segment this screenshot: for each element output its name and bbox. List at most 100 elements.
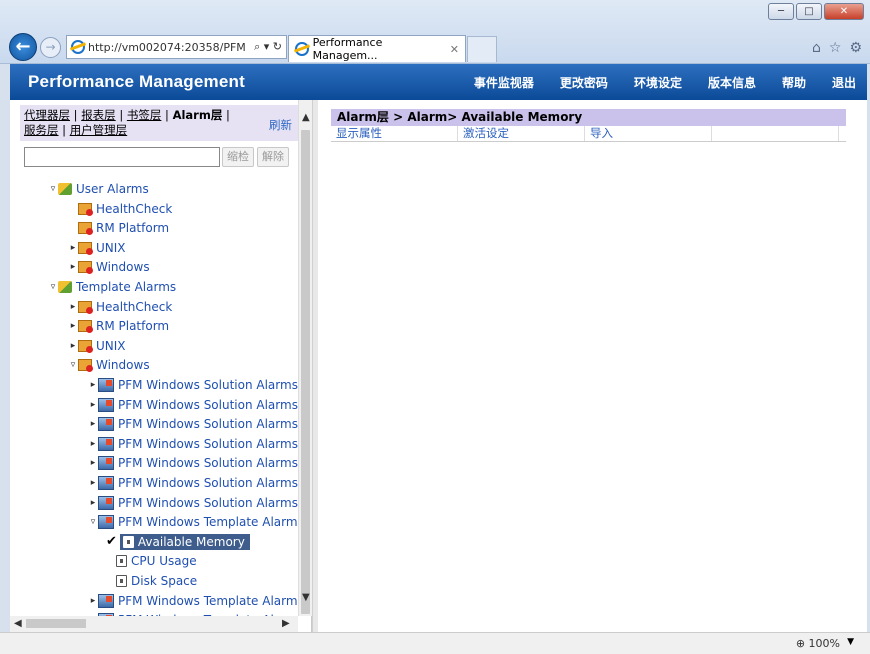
zoom-dropdown-icon[interactable]: ▼: [847, 637, 854, 647]
tree-item-content[interactable]: PFM Windows Solution Alarms 8: [98, 476, 298, 490]
back-button[interactable]: ←: [9, 33, 37, 61]
menu-environment-settings[interactable]: 环境设定: [623, 74, 693, 91]
collapsed-arrow-icon[interactable]: ▸: [88, 478, 98, 488]
tree-node[interactable]: ▸ PFM Windows Solution Alarms 8: [88, 494, 298, 512]
tree-item-content[interactable]: PFM Windows Template Alarms: [98, 515, 298, 530]
collapsed-arrow-icon[interactable]: ▸: [88, 458, 98, 468]
tree-node[interactable]: HealthCheck: [68, 200, 172, 218]
tree-item-content[interactable]: CPU Usage: [116, 554, 197, 568]
tab-reports-layer[interactable]: 报表层: [81, 108, 116, 122]
tab-show-properties[interactable]: 显示属性: [331, 126, 458, 141]
tree-node[interactable]: ▸ PFM Windows Solution Alarms 7: [88, 396, 298, 414]
tree-item-content[interactable]: PFM Windows Solution Alarms 8: [98, 495, 298, 510]
tree-item-content[interactable]: PFM Windows Solution Alarms 8: [98, 456, 298, 471]
collapsed-arrow-icon[interactable]: ▸: [68, 302, 78, 312]
tree-node[interactable]: ▸ RM Platform: [68, 317, 169, 335]
tab-user-management-layer[interactable]: 用户管理层: [70, 123, 128, 137]
collapsed-arrow-icon[interactable]: ▸: [88, 400, 98, 410]
address-bar[interactable]: http://vm002074:20358/PFM ⌕ ▾ ↻: [66, 35, 287, 59]
tree-node[interactable]: ▿ Windows: [68, 356, 150, 374]
collapsed-arrow-icon[interactable]: ▸: [88, 596, 98, 606]
collapsed-arrow-icon[interactable]: ▸: [88, 380, 98, 390]
scroll-up-icon[interactable]: ▲: [302, 112, 310, 123]
tree-item-content[interactable]: PFM Windows Solution Alarms 7: [98, 417, 298, 432]
tree-item-content[interactable]: UNIX: [78, 241, 126, 255]
scroll-thumb-horizontal[interactable]: [26, 619, 86, 628]
clear-filter-button[interactable]: 解除: [257, 147, 289, 167]
expanded-arrow-icon[interactable]: ▿: [68, 360, 78, 370]
zoom-level[interactable]: ⊕ 100%: [796, 637, 840, 650]
expanded-arrow-icon[interactable]: ▿: [88, 517, 98, 527]
settings-gear-icon[interactable]: ⚙: [849, 40, 862, 56]
tree-node[interactable]: CPU Usage: [106, 552, 197, 570]
tab-import[interactable]: 导入: [585, 126, 712, 141]
collapsed-arrow-icon[interactable]: ▸: [68, 243, 78, 253]
menu-version-info[interactable]: 版本信息: [697, 74, 767, 91]
expanded-arrow-icon[interactable]: ▿: [48, 282, 58, 292]
tree-node[interactable]: Disk Space: [106, 572, 197, 590]
close-button[interactable]: ✕: [824, 3, 864, 20]
forward-button[interactable]: →: [40, 37, 61, 58]
tree-item-content[interactable]: User Alarms: [58, 182, 149, 196]
collapsed-arrow-icon[interactable]: ▸: [88, 419, 98, 429]
tab-alarm-layer[interactable]: Alarm层: [173, 108, 223, 122]
tree-item-content[interactable]: HealthCheck: [78, 202, 172, 216]
home-icon[interactable]: ⌂: [812, 40, 821, 56]
tab-activate-settings[interactable]: 激活设定: [458, 126, 585, 141]
search-refresh-icon[interactable]: ⌕ ▾ ↻: [254, 40, 282, 54]
favorites-star-icon[interactable]: ☆: [829, 40, 842, 56]
tree-node[interactable]: RM Platform: [68, 219, 169, 237]
tree-horizontal-scrollbar[interactable]: ◀ ▶: [10, 616, 298, 632]
tree-node[interactable]: ▿ User Alarms: [48, 180, 149, 198]
scroll-left-icon[interactable]: ◀: [14, 618, 22, 629]
scroll-thumb-vertical[interactable]: [301, 130, 310, 614]
tab-bookmarks-layer[interactable]: 书签层: [127, 108, 162, 122]
collapsed-arrow-icon[interactable]: ▸: [68, 341, 78, 351]
scroll-down-icon[interactable]: ▼: [302, 592, 310, 603]
tree-search-input[interactable]: [24, 147, 220, 167]
collapsed-arrow-icon[interactable]: ▸: [68, 321, 78, 331]
minimize-button[interactable]: ─: [768, 3, 794, 20]
collapsed-arrow-icon[interactable]: ▸: [88, 498, 98, 508]
tab-services-layer[interactable]: 服务层: [24, 123, 59, 137]
tree-node[interactable]: ✔ Available Memory: [106, 533, 250, 551]
tab-close-icon[interactable]: ✕: [450, 43, 459, 56]
tree-item-content[interactable]: PFM Windows Solution Alarms 8: [98, 436, 298, 451]
tree-item-content[interactable]: Windows: [78, 358, 150, 373]
tree-node[interactable]: ▸ PFM Windows Solution Alarms 6: [88, 376, 298, 394]
tree-item-content[interactable]: HealthCheck: [78, 300, 172, 314]
tree-node[interactable]: ▸ PFM Windows Solution Alarms 8: [88, 474, 298, 492]
expanded-arrow-icon[interactable]: ▿: [48, 184, 58, 194]
tree-item-content[interactable]: PFM Windows Solution Alarms 7: [98, 397, 298, 412]
tree-node[interactable]: ▸ PFM Windows Solution Alarms 8: [88, 435, 298, 453]
tree-node[interactable]: ▸ UNIX: [68, 337, 126, 355]
maximize-button[interactable]: □: [796, 3, 822, 20]
menu-event-monitor[interactable]: 事件监视器: [463, 74, 545, 91]
tree-item-content[interactable]: UNIX: [78, 339, 126, 353]
tree-item-content[interactable]: RM Platform: [78, 221, 169, 236]
tree-item-content[interactable]: RM Platform: [78, 319, 169, 334]
collapsed-arrow-icon[interactable]: ▸: [88, 439, 98, 449]
menu-help[interactable]: 帮助: [771, 74, 817, 91]
browser-tab[interactable]: Performance Managem... ✕: [288, 35, 466, 62]
tree-item-content[interactable]: PFM Windows Template Alarms: [98, 593, 298, 608]
tab-agents-layer[interactable]: 代理器层: [24, 108, 70, 122]
tree-node[interactable]: ▸ PFM Windows Solution Alarms 7: [88, 415, 298, 433]
selected-tree-item[interactable]: Available Memory: [119, 533, 250, 550]
tree-item-content[interactable]: PFM Windows Solution Alarms 6: [98, 378, 298, 392]
tree-node[interactable]: ▸ UNIX: [68, 239, 126, 257]
collapsed-arrow-icon[interactable]: ▸: [68, 262, 78, 272]
filter-button[interactable]: 缩检: [222, 147, 254, 167]
menu-change-password[interactable]: 更改密码: [549, 74, 619, 91]
tree-node[interactable]: ▸ HealthCheck: [68, 298, 172, 316]
tree-node[interactable]: ▸ Windows: [68, 258, 150, 276]
tree-item-content[interactable]: Template Alarms: [58, 280, 176, 294]
tree-node[interactable]: ▸ PFM Windows Template Alarms: [88, 592, 298, 610]
tree-node[interactable]: ▸ PFM Windows Solution Alarms 8: [88, 454, 298, 472]
tree-node[interactable]: ▿ PFM Windows Template Alarms: [88, 513, 298, 531]
tree-item-content[interactable]: Disk Space: [116, 574, 197, 588]
tree-vertical-scrollbar[interactable]: ▲ ▼: [298, 100, 312, 616]
menu-logout[interactable]: 退出: [821, 74, 867, 91]
tree-node[interactable]: ▿ Template Alarms: [48, 278, 176, 296]
new-tab-button[interactable]: [467, 36, 497, 62]
